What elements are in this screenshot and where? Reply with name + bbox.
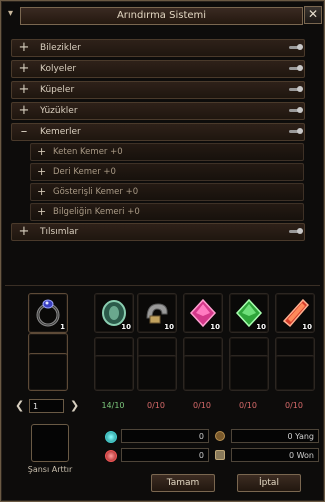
expand-icon: +: [18, 82, 30, 97]
subitem-wisdom-belt[interactable]: + Bilgeliğin Kemeri +0: [30, 203, 304, 221]
subitem-label: Gösterişli Kemer +0: [53, 187, 139, 197]
category-rings[interactable]: + Yüzükler: [11, 102, 305, 120]
material-slot-1c[interactable]: [94, 355, 134, 391]
material-slot-1[interactable]: 10: [94, 293, 134, 333]
pin-icon: ▾: [8, 8, 14, 19]
cyan-stone-field: 0: [121, 429, 209, 443]
material-slot-4[interactable]: 10: [229, 293, 269, 333]
category-label: Tılsımlar: [40, 227, 79, 237]
slider-knob-icon: [289, 86, 303, 92]
material-slot-2c[interactable]: [137, 355, 177, 391]
close-icon: ✕: [307, 7, 319, 21]
material-slot-3c[interactable]: [183, 355, 223, 391]
expand-icon: +: [18, 224, 30, 239]
slider-knob-icon: [289, 65, 303, 71]
subitem-label: Bilgeliğin Kemeri +0: [53, 207, 140, 217]
ok-button[interactable]: Tamam: [151, 474, 215, 492]
collapse-icon: –: [20, 124, 28, 139]
material-count-1: 14/10: [101, 401, 125, 410]
page-number-field[interactable]: 1: [29, 399, 64, 413]
material-count-5: 0/10: [285, 401, 303, 410]
divider: [5, 285, 320, 286]
category-necklaces[interactable]: + Kolyeler: [11, 60, 305, 78]
category-label: Kolyeler: [40, 64, 77, 74]
slider-knob-icon: [289, 107, 303, 113]
prev-page-button[interactable]: ❮: [15, 399, 24, 412]
item-quantity: 10: [121, 323, 131, 331]
item-quantity: 10: [302, 323, 312, 331]
item-quantity: 10: [210, 323, 220, 331]
chance-item-slot[interactable]: [31, 424, 69, 462]
material-count-2: 0/10: [147, 401, 165, 410]
expand-icon: +: [18, 40, 30, 55]
won-field: 0 Won: [231, 448, 319, 462]
category-earrings[interactable]: + Küpeler: [11, 81, 305, 99]
main-item-slot[interactable]: 1: [28, 293, 68, 333]
red-stone-field: 0: [121, 448, 209, 462]
coin-icon: [215, 431, 225, 441]
expand-icon: +: [37, 145, 47, 158]
category-label: Bilezikler: [40, 43, 81, 53]
close-button[interactable]: ✕: [304, 6, 322, 24]
material-slot-5c[interactable]: [275, 355, 315, 391]
chance-label: Şansı Arttır: [27, 465, 73, 474]
cancel-button[interactable]: İptal: [237, 474, 301, 492]
next-page-button[interactable]: ❯: [70, 399, 79, 412]
category-label: Yüzükler: [40, 106, 78, 116]
subitem-linen-belt[interactable]: + Keten Kemer +0: [30, 143, 304, 161]
slider-knob-icon: [289, 44, 303, 50]
title-bar[interactable]: ▾ Arındırma Sistemi ✕: [5, 4, 322, 26]
expand-icon: +: [37, 205, 47, 218]
yang-field: 0 Yang: [231, 429, 319, 443]
expand-icon: +: [37, 185, 47, 198]
category-belts[interactable]: – Kemerler: [11, 123, 305, 141]
material-slot-4c[interactable]: [229, 355, 269, 391]
expand-icon: +: [37, 165, 47, 178]
subitem-label: Keten Kemer +0: [53, 147, 123, 157]
subitem-fancy-belt[interactable]: + Gösterişli Kemer +0: [30, 183, 304, 201]
item-quantity: 10: [256, 323, 266, 331]
refine-window: ▾ Arındırma Sistemi ✕ + Bilezikler + Kol…: [0, 0, 325, 502]
material-count-3: 0/10: [193, 401, 211, 410]
expand-icon: +: [18, 103, 30, 118]
chevron-left-icon: ❮: [15, 399, 25, 412]
material-slot-3[interactable]: 10: [183, 293, 223, 333]
material-slot-2[interactable]: 10: [137, 293, 177, 333]
subitem-label: Deri Kemer +0: [53, 167, 116, 177]
chevron-right-icon: ❯: [70, 399, 80, 412]
item-quantity: 1: [60, 323, 65, 331]
category-talismans[interactable]: + Tılsımlar: [11, 223, 305, 241]
window-title: Arındırma Sistemi: [20, 7, 303, 25]
won-icon: [215, 450, 225, 460]
material-slot-5[interactable]: 10: [275, 293, 315, 333]
category-bracelets[interactable]: + Bilezikler: [11, 39, 305, 57]
slider-knob-icon: [289, 128, 303, 134]
slider-knob-icon: [289, 228, 303, 234]
red-stone-icon: [105, 450, 117, 462]
item-quantity: 10: [164, 323, 174, 331]
material-count-4: 0/10: [239, 401, 257, 410]
cyan-stone-icon: [105, 431, 117, 443]
category-label: Kemerler: [40, 127, 81, 137]
subitem-leather-belt[interactable]: + Deri Kemer +0: [30, 163, 304, 181]
main-item-slot-3[interactable]: [28, 353, 68, 391]
category-label: Küpeler: [40, 85, 75, 95]
expand-icon: +: [18, 61, 30, 76]
